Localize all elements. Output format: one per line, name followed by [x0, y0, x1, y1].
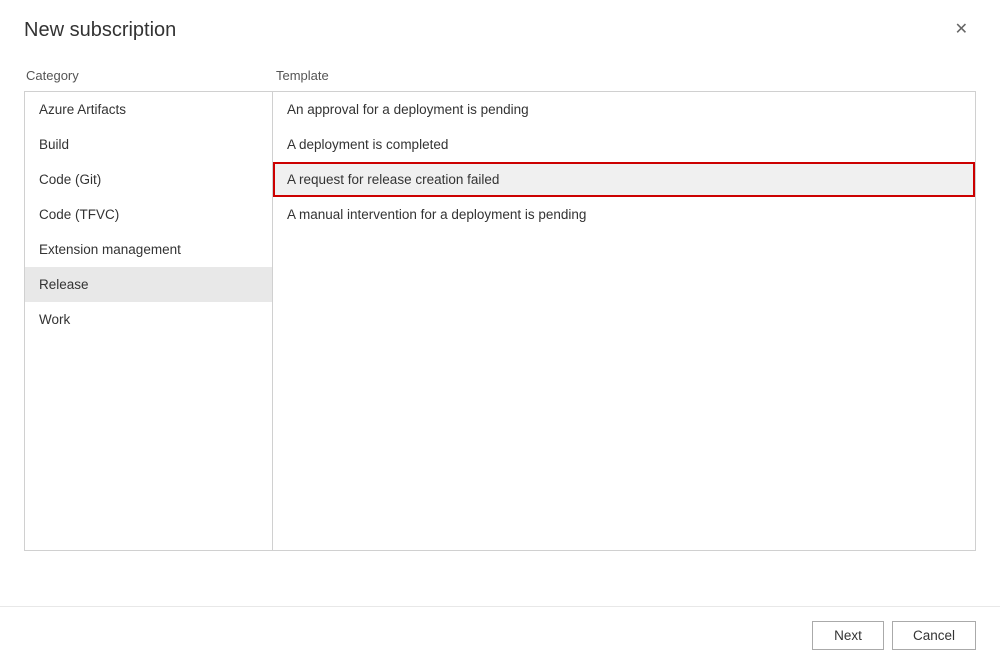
cancel-button[interactable]: Cancel — [892, 621, 976, 650]
category-item-build[interactable]: Build — [25, 127, 272, 162]
template-pane: An approval for a deployment is pendingA… — [273, 92, 975, 550]
category-column-header: Category — [24, 68, 272, 83]
template-item-deployment-completed[interactable]: A deployment is completed — [273, 127, 975, 162]
category-item-extension-management[interactable]: Extension management — [25, 232, 272, 267]
template-item-manual-intervention[interactable]: A manual intervention for a deployment i… — [273, 197, 975, 232]
close-button[interactable]: ✕ — [947, 18, 976, 42]
template-item-approval-pending[interactable]: An approval for a deployment is pending — [273, 92, 975, 127]
category-item-azure-artifacts[interactable]: Azure Artifacts — [25, 92, 272, 127]
template-column-header: Template — [272, 68, 976, 83]
next-button[interactable]: Next — [812, 621, 884, 650]
new-subscription-dialog: New subscription ✕ Category Template Azu… — [0, 0, 1000, 664]
category-item-release[interactable]: Release — [25, 267, 272, 302]
column-headers: Category Template — [24, 68, 976, 83]
dialog-body: Category Template Azure ArtifactsBuildCo… — [0, 52, 1000, 656]
category-pane: Azure ArtifactsBuildCode (Git)Code (TFVC… — [25, 92, 273, 550]
dialog-title: New subscription — [24, 19, 176, 42]
template-item-release-creation-failed[interactable]: A request for release creation failed — [273, 162, 975, 197]
content-area: Azure ArtifactsBuildCode (Git)Code (TFVC… — [24, 91, 976, 551]
dialog-footer: Next Cancel — [0, 606, 1000, 664]
category-item-code-tfvc[interactable]: Code (TFVC) — [25, 197, 272, 232]
category-item-work[interactable]: Work — [25, 302, 272, 337]
category-item-code-git[interactable]: Code (Git) — [25, 162, 272, 197]
dialog-header: New subscription ✕ — [0, 0, 1000, 52]
